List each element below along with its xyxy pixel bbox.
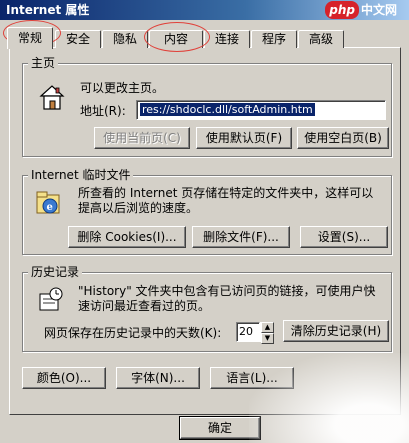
temp-files-ie-icon: e [34,189,64,219]
homepage-description: 可以更改主页。 [80,81,165,95]
ok-button[interactable]: 确定 [179,416,261,440]
watermark-text: 中文网 [360,3,397,17]
settings-button[interactable]: 设置(S)... [300,226,388,248]
svg-text:e: e [47,202,53,213]
history-days-input[interactable]: 20 [236,322,260,342]
fonts-button[interactable]: 字体(N)... [116,367,200,389]
tab-security[interactable]: 安全 [55,30,101,48]
history-desc-line1: "History" 文件夹中包含有已访问页的链接，可使用户快 [78,284,376,298]
history-days-stepper[interactable]: ▲ ▼ [260,322,274,344]
temp-files-desc-line1: 所查看的 Internet 页存储在特定的文件夹中，这样可以 [78,186,374,200]
use-default-button[interactable]: 使用默认页(F) [196,127,292,149]
colors-button[interactable]: 颜色(O)... [22,367,106,389]
tab-connections[interactable]: 连接 [204,30,250,48]
clear-history-button[interactable]: 清除历史记录(H) [283,320,389,342]
tab-content[interactable]: 内容 [149,30,203,48]
tab-privacy[interactable]: 隐私 [102,30,148,48]
history-days-value: 20 [239,325,253,338]
address-input[interactable]: res://shdoclc.dll/softAdmin.htm [136,100,386,120]
tab-general[interactable]: 常规 [7,27,53,49]
use-blank-button[interactable]: 使用空白页(B) [297,127,389,149]
address-label: 地址(R): [80,104,126,118]
tab-programs[interactable]: 程序 [251,30,297,48]
temp-files-legend: Internet 临时文件 [28,168,134,182]
languages-button[interactable]: 语言(L)... [210,367,294,389]
stepper-up-icon[interactable]: ▲ [261,322,274,333]
window-title: Internet 属性 [6,3,90,17]
stepper-down-icon[interactable]: ▼ [261,333,274,344]
history-desc-line2: 速访问最近查看过的页。 [78,299,211,313]
use-current-button[interactable]: 使用当前页(C) [94,127,190,149]
address-value: res://shdoclc.dll/softAdmin.htm [140,103,315,116]
delete-cookies-button[interactable]: 删除 Cookies(I)... [68,226,186,248]
history-days-label: 网页保存在历史记录中的天数(K): [44,326,222,340]
watermark: php 中文网 [325,1,397,19]
watermark-logo: php [325,1,359,19]
tab-advanced[interactable]: 高级 [298,30,344,48]
homepage-legend: 主页 [28,56,59,70]
history-icon [36,285,66,315]
temp-files-desc-line2: 提高以后浏览的速度。 [78,201,199,215]
delete-files-button[interactable]: 删除文件(F)... [192,226,290,248]
house-icon [37,82,67,112]
history-legend: 历史记录 [28,265,83,279]
